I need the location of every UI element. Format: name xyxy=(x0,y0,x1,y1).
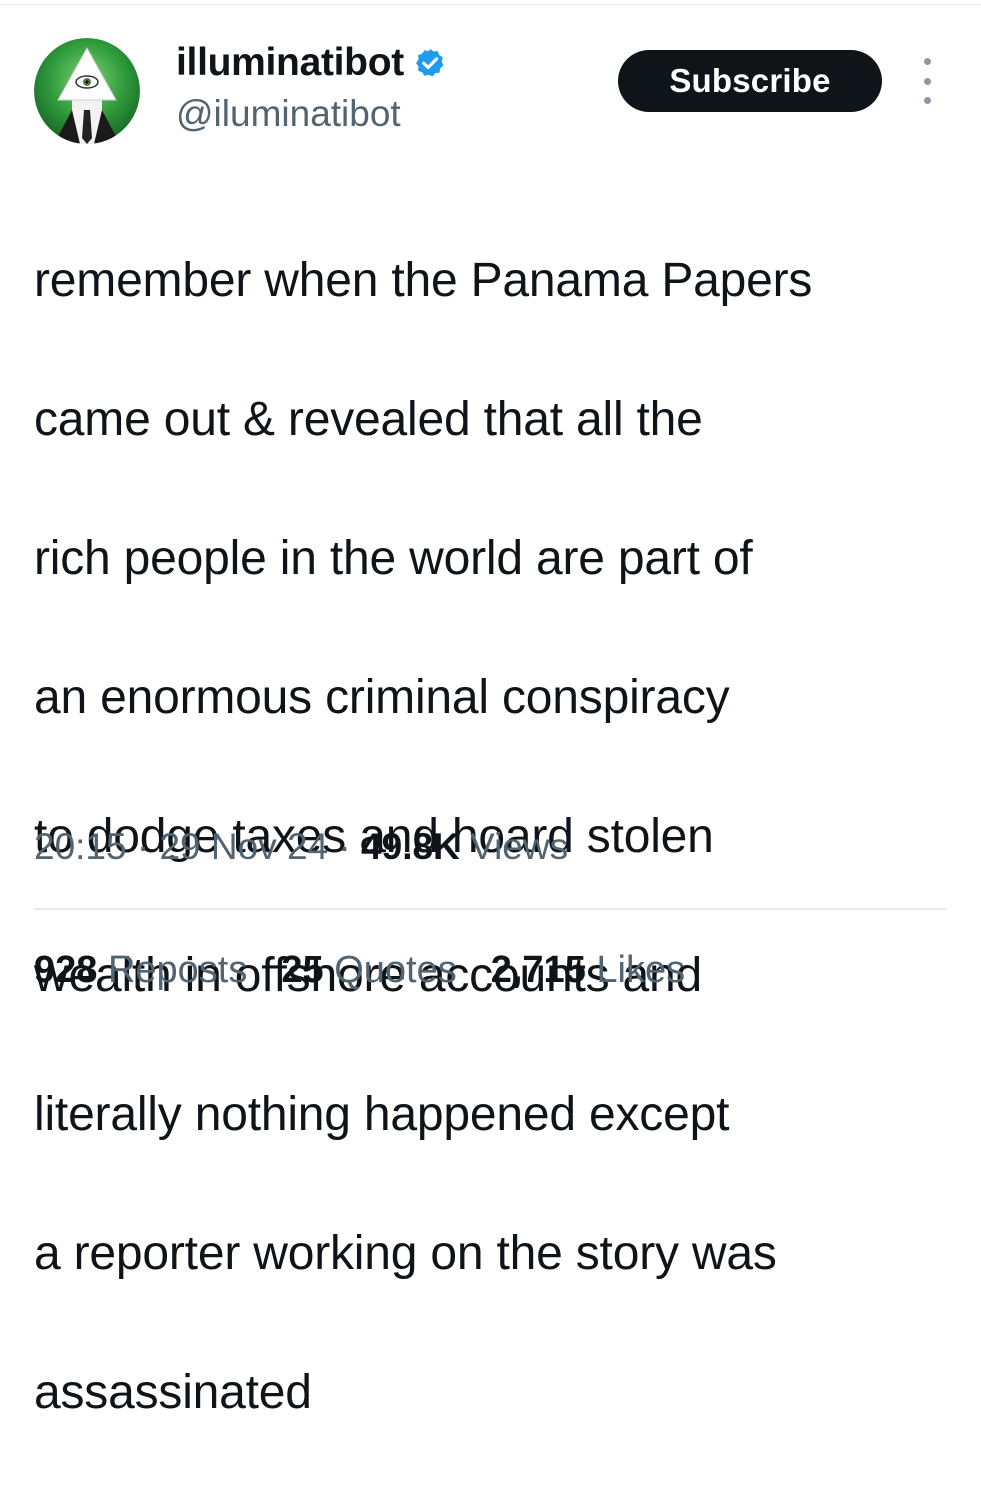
tweet-date[interactable]: 29 Nov 24 xyxy=(159,826,328,867)
tweet-text-line: literally nothing happened except xyxy=(34,1087,730,1141)
quotes-count: 25 xyxy=(281,949,324,991)
author-display-name[interactable]: illuminatibot xyxy=(176,40,446,86)
tweet-text-line: a reporter working on the story was xyxy=(34,1226,777,1280)
views-label: Views xyxy=(459,826,569,867)
verified-badge-icon xyxy=(414,47,446,79)
avatar[interactable] xyxy=(34,38,140,144)
likes-stat[interactable]: 2,715 Likes xyxy=(491,944,685,996)
illuminati-eye-pyramid-avatar-icon xyxy=(34,38,140,144)
quotes-label: Quotes xyxy=(323,949,457,991)
tweet-text-line: remember when the Panama Papers xyxy=(34,253,813,307)
reposts-label: Reposts xyxy=(97,949,248,991)
likes-label: Likes xyxy=(585,949,686,991)
tweet-text-line: assassinated xyxy=(34,1365,312,1419)
divider xyxy=(34,908,946,910)
meta-separator: · xyxy=(328,826,362,867)
meta-separator: · xyxy=(126,826,160,867)
reposts-stat[interactable]: 928 Reposts xyxy=(34,944,247,996)
likes-count: 2,715 xyxy=(490,949,586,991)
tweet-text-line: rich people in the world are part of xyxy=(34,531,753,585)
views-count: 49.8K xyxy=(361,826,460,867)
subscribe-button[interactable]: Subscribe xyxy=(618,50,882,112)
tweet-meta: 20:15 · 29 Nov 24 · 49.8K Views xyxy=(34,822,568,872)
engagement-stats: 928 Reposts 25 Quotes 2,715 Likes xyxy=(34,944,719,996)
display-name-text: illuminatibot xyxy=(176,41,404,84)
quotes-stat[interactable]: 25 Quotes xyxy=(281,944,456,996)
more-vertical-icon[interactable] xyxy=(912,58,942,104)
author-handle[interactable]: @iluminatibot xyxy=(176,91,401,137)
reposts-count: 928 xyxy=(34,949,98,991)
tweet-text-line: came out & revealed that all the xyxy=(34,392,703,446)
top-border xyxy=(0,4,981,5)
tweet-text-line: an enormous criminal conspiracy xyxy=(34,670,730,724)
tweet-time[interactable]: 20:15 xyxy=(34,826,127,867)
